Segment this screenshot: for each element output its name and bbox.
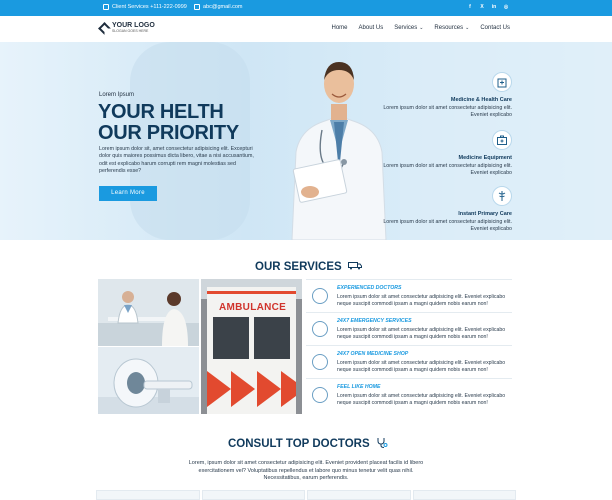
nav-about[interactable]: About Us	[359, 25, 384, 31]
nav-resources[interactable]: Resources ⌄	[434, 25, 469, 31]
feature-text: Lorem ipsum dolor sit amet consectetur a…	[383, 105, 512, 118]
medicine-icon	[312, 354, 328, 370]
top-contact-bar: Client Services +111-222-0999 abc@gmail.…	[0, 0, 612, 16]
consult-description: Lorem, ipsum dolor sit amet consectetur …	[188, 460, 424, 481]
services-title-text: OUR SERVICES	[255, 261, 342, 274]
site-header: YOUR LOGO SLOGAN GOES HERE Home About Us…	[0, 16, 612, 42]
hero-title: YOUR HELTH OUR PRIORITY	[98, 102, 239, 144]
service-title: EXPERIENCED DOCTORS	[337, 285, 402, 291]
feature-instant-primary-care: Instant Primary Care Lorem ipsum dolor s…	[372, 186, 512, 236]
feature-text: Lorem ipsum dolor sit amet consectetur a…	[383, 219, 512, 232]
service-title: 24X7 OPEN MEDICINE SHOP	[337, 351, 409, 357]
nav-home[interactable]: Home	[332, 25, 348, 31]
facebook-icon[interactable]: f	[467, 4, 473, 10]
logo-icon	[98, 21, 111, 35]
email-contact[interactable]: abc@gmail.com	[194, 4, 243, 10]
consult-title-text: CONSULT TOP DOCTORS	[228, 438, 370, 451]
service-title: FEEL LIKE HOME	[337, 384, 381, 390]
phone-contact[interactable]: Client Services +111-222-0999	[103, 4, 187, 10]
feature-text: Lorem ipsum dolor sit amet consectetur a…	[383, 163, 512, 176]
services-title: OUR SERVICES	[255, 261, 362, 273]
service-text: Lorem ipsum dolor sit amet consectetur a…	[337, 393, 506, 406]
hero-title-line2: OUR PRIORITY	[98, 122, 239, 144]
doctor-cards-row	[96, 490, 516, 500]
doctor-card[interactable]	[412, 490, 516, 500]
feature-medicine-health-care: Medicine & Health Care Lorem ipsum dolor…	[372, 72, 512, 122]
phone-icon	[103, 4, 109, 10]
hero-section: Lorem Ipsum YOUR HELTH OUR PRIORITY Lore…	[0, 42, 612, 240]
doctor-card[interactable]	[96, 490, 200, 500]
mail-icon	[194, 4, 200, 10]
logo-title: YOUR LOGO	[112, 22, 155, 29]
service-item-feel-like-home: FEEL LIKE HOME Lorem ipsum dolor sit ame…	[306, 378, 512, 411]
hero-description: Lorem ipsum dolor sit, amet consectetur …	[99, 146, 254, 174]
hero-title-line1: YOUR HELTH	[98, 101, 224, 123]
clock-24h-icon	[312, 321, 328, 337]
x-icon[interactable]: X	[479, 4, 485, 10]
feature-title: Medicine Equipment	[458, 155, 512, 161]
consult-title: CONSULT TOP DOCTORS	[228, 437, 388, 451]
learn-more-button[interactable]: Learn More	[99, 186, 157, 201]
social-links: f X in ◎	[467, 4, 509, 10]
ambulance-photo: AMBULANCE	[201, 279, 302, 414]
service-item-emergency: 24X7 EMERGENCY SERVICES Lorem ipsum dolo…	[306, 312, 512, 345]
nav-services-label: Services	[394, 25, 418, 31]
medical-kit-icon	[492, 130, 512, 150]
stethoscope-icon	[376, 437, 388, 451]
hero-eyebrow: Lorem Ipsum	[99, 92, 135, 98]
service-text: Lorem ipsum dolor sit amet consectetur a…	[337, 360, 506, 373]
mri-scanner-photo	[98, 347, 199, 414]
nav-contact[interactable]: Contact Us	[480, 25, 510, 31]
service-item-medicine-shop: 24X7 OPEN MEDICINE SHOP Lorem ipsum dolo…	[306, 345, 512, 378]
nav-resources-label: Resources	[434, 25, 464, 31]
feature-title: Medicine & Health Care	[450, 97, 512, 103]
main-nav: Home About Us Services ⌄ Resources ⌄ Conta…	[332, 25, 511, 31]
service-text: Lorem ipsum dolor sit amet consectetur a…	[337, 294, 506, 307]
feature-title: Instant Primary Care	[458, 211, 512, 217]
chevron-down-icon: ⌄	[465, 25, 470, 31]
email-text: abc@gmail.com	[203, 4, 243, 10]
caduceus-icon	[492, 186, 512, 206]
chevron-down-icon: ⌄	[419, 25, 424, 31]
consultation-photo	[98, 279, 199, 346]
feature-medicine-equipment: Medicine Equipment Lorem ipsum dolor sit…	[372, 130, 512, 180]
linkedin-icon[interactable]: in	[491, 4, 497, 10]
ambulance-icon	[347, 261, 362, 273]
doctor-card[interactable]	[307, 490, 411, 500]
hospital-icon	[492, 72, 512, 92]
nav-services[interactable]: Services ⌄	[394, 25, 423, 31]
doctor-card[interactable]	[201, 490, 305, 500]
doctor-icon	[312, 288, 328, 304]
service-item-experienced-doctors: EXPERIENCED DOCTORS Lorem ipsum dolor si…	[306, 279, 512, 312]
home-care-icon	[312, 387, 328, 403]
phone-text: Client Services +111-222-0999	[112, 4, 187, 10]
service-text: Lorem ipsum dolor sit amet consectetur a…	[337, 327, 506, 340]
service-title: 24X7 EMERGENCY SERVICES	[337, 318, 412, 324]
instagram-icon[interactable]: ◎	[503, 4, 509, 10]
ambulance-label: AMBULANCE	[219, 302, 287, 313]
site-logo[interactable]: YOUR LOGO SLOGAN GOES HERE	[98, 21, 155, 35]
logo-slogan: SLOGAN GOES HERE	[112, 29, 149, 33]
